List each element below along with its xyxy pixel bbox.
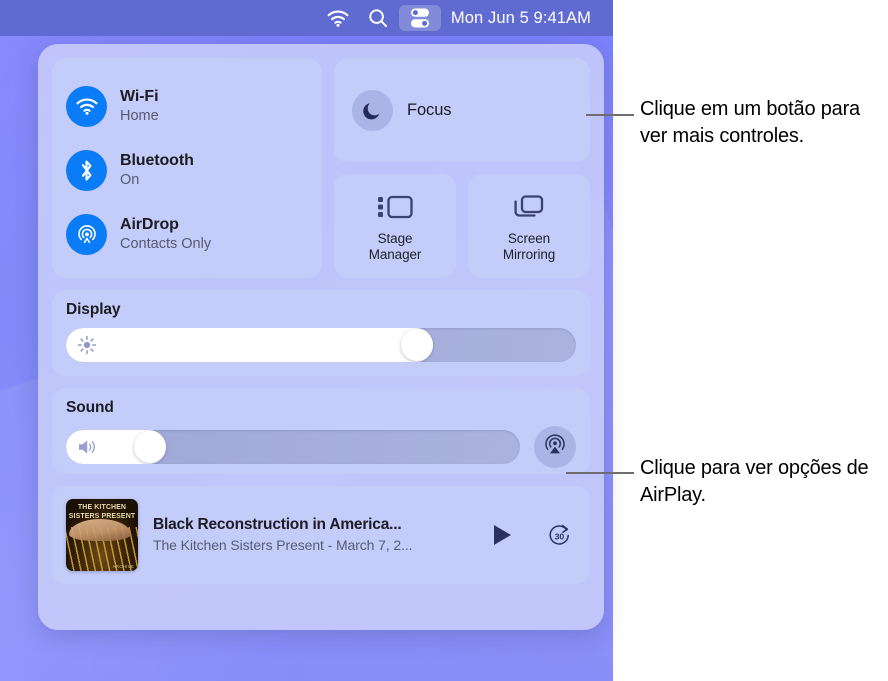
brightness-slider-fill [66,328,434,362]
sound-module: Sound [52,388,590,474]
wifi-icon[interactable] [319,5,357,31]
menubar-clock[interactable]: Mon Jun 5 9:41AM [451,9,591,28]
album-artwork: THE KITCHEN SISTERS PRESENT ARCHIVE [66,499,138,571]
brightness-slider-knob[interactable] [401,329,434,361]
connectivity-module: Wi-Fi Home Bluetooth On AirDrop Contacts… [52,58,322,278]
wifi-row[interactable]: Wi-Fi Home [66,74,308,138]
now-playing-title: Black Reconstruction in America... [153,516,402,534]
album-art-hands [69,519,131,541]
svg-text:30: 30 [554,531,564,541]
control-center-icon[interactable] [398,5,441,31]
bluetooth-row[interactable]: Bluetooth On [66,138,308,202]
volume-slider-knob[interactable] [133,431,166,463]
brightness-slider[interactable] [66,328,576,362]
callout-controls: Clique em um botão para ver mais control… [640,98,860,148]
display-label: Display [66,301,121,318]
bluetooth-status: On [120,171,140,188]
leader-line-airplay [566,472,634,474]
focus-button[interactable]: Focus [334,58,590,162]
display-slider-row [66,328,576,362]
sound-slider-row [66,426,576,468]
now-playing-text: Black Reconstruction in America... The K… [153,515,474,555]
brightness-icon [77,335,97,355]
volume-slider[interactable] [66,430,520,464]
airplay-button[interactable] [534,426,576,468]
now-playing-module[interactable]: THE KITCHEN SISTERS PRESENT ARCHIVE Blac… [52,486,590,584]
screen-mirroring-button[interactable]: Screen Mirroring [468,174,590,278]
airdrop-icon[interactable] [66,213,107,255]
screen-mirroring-icon [512,194,546,225]
control-center-top-row: Wi-Fi Home Bluetooth On AirDrop Contacts… [52,58,590,278]
display-module: Display [52,290,590,376]
bluetooth-icon[interactable] [66,149,107,191]
menu-bar: Mon Jun 5 9:41AM [0,0,613,36]
play-button[interactable] [489,522,515,548]
bluetooth-label: Bluetooth [120,152,194,170]
moon-icon [352,89,393,131]
stage-manager-label: Stage Manager [368,230,422,262]
leader-line-controls [586,114,634,116]
sound-label: Sound [66,399,114,416]
now-playing-subtitle: The Kitchen Sisters Present - March 7, 2… [153,537,413,554]
airdrop-label: AirDrop [120,216,179,234]
volume-icon [77,438,101,457]
wifi-label: Wi-Fi [120,88,159,106]
focus-label: Focus [407,100,452,119]
airdrop-row[interactable]: AirDrop Contacts Only [66,202,308,266]
search-icon[interactable] [359,5,397,31]
stage-manager-icon [377,194,413,225]
control-center-panel: Wi-Fi Home Bluetooth On AirDrop Contacts… [38,44,604,630]
airplay-icon [543,433,567,462]
album-art-title: THE KITCHEN SISTERS PRESENT [68,504,136,521]
stage-manager-button[interactable]: Stage Manager [334,174,456,278]
wifi-icon[interactable] [66,85,107,127]
album-art-footer: ARCHIVE [112,564,134,569]
control-center-right-column: Focus Stage Manager Screen Mirroring [334,58,590,278]
airdrop-status: Contacts Only [120,235,212,252]
callout-airplay: Clique para ver opções de AirPlay. [640,457,869,507]
screen-mirroring-label: Screen Mirroring [502,230,556,262]
wifi-status: Home [120,107,159,124]
skip-forward-30-icon[interactable]: 30 [546,522,572,548]
control-center-tiles-row: Stage Manager Screen Mirroring [334,174,590,278]
